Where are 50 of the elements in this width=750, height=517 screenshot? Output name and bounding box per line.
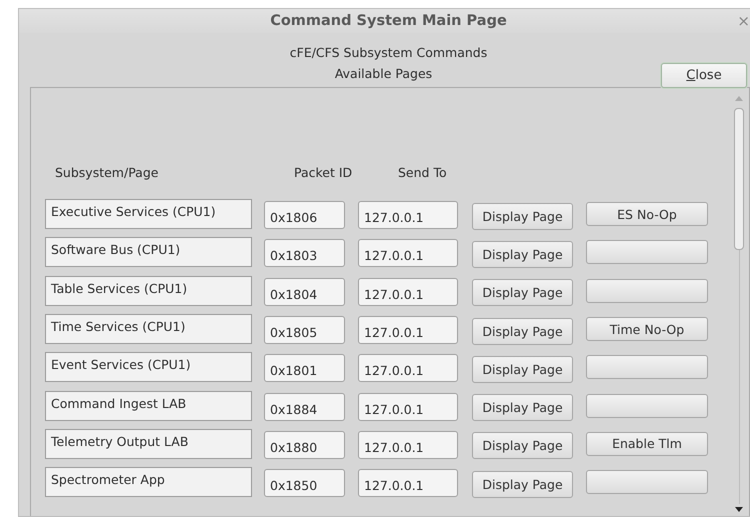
packet-id-field[interactable]: 0x1801: [264, 354, 345, 382]
command-button[interactable]: [586, 278, 708, 303]
scroll-down-icon[interactable]: [735, 507, 743, 513]
display-page-button[interactable]: Display Page: [472, 470, 573, 498]
section-heading: cFE/CFS Subsystem Commands: [290, 45, 488, 60]
send-to-field[interactable]: 127.0.0.1: [358, 278, 458, 306]
packet-id-field[interactable]: 0x1805: [264, 316, 345, 344]
display-page-button[interactable]: Display Page: [472, 202, 573, 230]
subsystem-field[interactable]: Command Ingest LAB: [45, 390, 252, 421]
display-page-button[interactable]: Display Page: [472, 356, 573, 383]
packet-id-field[interactable]: 0x1803: [264, 239, 345, 268]
command-button[interactable]: [586, 394, 708, 418]
command-button[interactable]: ES No-Op: [586, 202, 708, 226]
close-button[interactable]: Close: [661, 63, 747, 88]
subsystem-field[interactable]: Event Services (CPU1): [45, 352, 252, 382]
packet-id-field[interactable]: 0x1880: [264, 430, 345, 459]
packet-id-field[interactable]: 0x1884: [264, 392, 345, 421]
subsystem-field[interactable]: Executive Services (CPU1): [45, 199, 252, 230]
scroll-up-icon[interactable]: [735, 95, 743, 101]
display-page-button[interactable]: Display Page: [472, 240, 573, 268]
subsystem-field[interactable]: Spectrometer App: [45, 467, 252, 498]
display-page-button[interactable]: Display Page: [472, 432, 573, 460]
packet-id-field[interactable]: 0x1850: [264, 469, 345, 498]
window-title: Command System Main Page: [270, 13, 507, 29]
command-button[interactable]: Time No-Op: [586, 317, 708, 342]
command-button[interactable]: [586, 240, 708, 264]
send-to-field[interactable]: 127.0.0.1: [358, 316, 458, 344]
display-page-button[interactable]: Display Page: [472, 279, 573, 306]
display-page-button[interactable]: Display Page: [472, 394, 573, 422]
send-to-field[interactable]: 127.0.0.1: [358, 392, 458, 421]
display-page-button[interactable]: Display Page: [472, 318, 573, 345]
send-to-field[interactable]: 127.0.0.1: [358, 239, 458, 268]
send-to-field[interactable]: 127.0.0.1: [358, 201, 458, 230]
scrollbar-thumb[interactable]: [734, 108, 744, 250]
subsystem-field[interactable]: Software Bus (CPU1): [45, 237, 252, 268]
subsystem-field[interactable]: Time Services (CPU1): [45, 314, 252, 344]
column-header: Send To: [398, 165, 447, 182]
subsystem-field[interactable]: Telemetry Output LAB: [45, 428, 252, 459]
packet-id-field[interactable]: 0x1806: [264, 201, 345, 230]
column-header: Subsystem/Page: [54, 165, 160, 182]
send-to-field[interactable]: 127.0.0.1: [358, 430, 458, 459]
send-to-field[interactable]: 127.0.0.1: [358, 469, 458, 498]
subsystem-field[interactable]: Table Services (CPU1): [45, 276, 252, 306]
command-button[interactable]: Enable Tlm: [586, 432, 708, 456]
packet-id-field[interactable]: 0x1804: [264, 278, 345, 306]
command-button[interactable]: [586, 355, 708, 380]
section-subheading: Available Pages: [334, 66, 432, 81]
send-to-field[interactable]: 127.0.0.1: [358, 354, 458, 382]
column-header: Packet ID: [294, 165, 354, 182]
command-button[interactable]: [586, 470, 708, 494]
